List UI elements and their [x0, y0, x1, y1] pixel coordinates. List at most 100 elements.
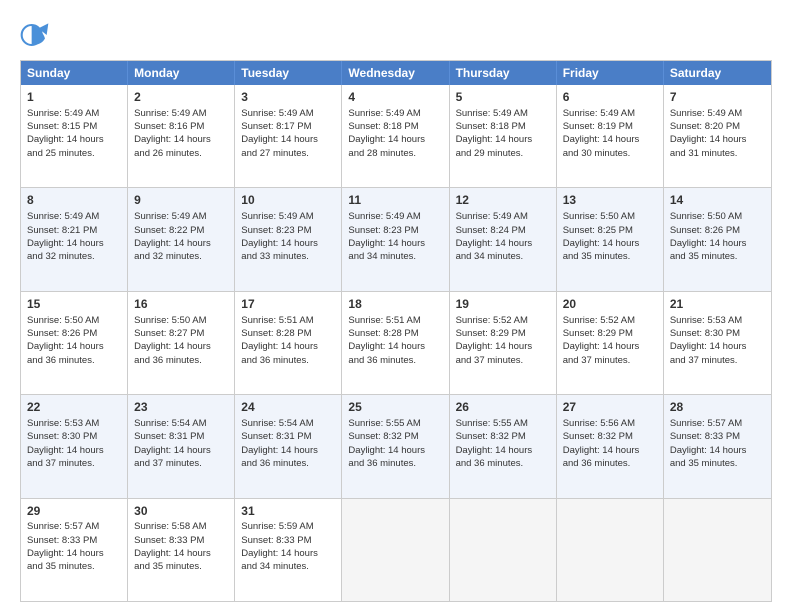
sunset-text: Sunset: 8:29 PM [456, 328, 526, 339]
sunrise-text: Sunrise: 5:51 AM [348, 315, 420, 326]
day-number: 16 [134, 296, 228, 313]
daylight-text-2: and 37 minutes. [27, 458, 95, 469]
day-cell-26: 26Sunrise: 5:55 AMSunset: 8:32 PMDayligh… [450, 395, 557, 497]
sunset-text: Sunset: 8:30 PM [670, 328, 740, 339]
sunset-text: Sunset: 8:31 PM [134, 431, 204, 442]
day-cell-27: 27Sunrise: 5:56 AMSunset: 8:32 PMDayligh… [557, 395, 664, 497]
sunset-text: Sunset: 8:21 PM [27, 225, 97, 236]
daylight-text: Daylight: 14 hours [456, 341, 533, 352]
sunset-text: Sunset: 8:28 PM [241, 328, 311, 339]
daylight-text-2: and 32 minutes. [134, 251, 202, 262]
daylight-text-2: and 36 minutes. [348, 355, 416, 366]
day-cell-24: 24Sunrise: 5:54 AMSunset: 8:31 PMDayligh… [235, 395, 342, 497]
calendar-row: 15Sunrise: 5:50 AMSunset: 8:26 PMDayligh… [21, 291, 771, 394]
sunset-text: Sunset: 8:32 PM [563, 431, 633, 442]
day-cell-7: 7Sunrise: 5:49 AMSunset: 8:20 PMDaylight… [664, 85, 771, 187]
day-cell-2: 2Sunrise: 5:49 AMSunset: 8:16 PMDaylight… [128, 85, 235, 187]
day-cell-29: 29Sunrise: 5:57 AMSunset: 8:33 PMDayligh… [21, 499, 128, 601]
empty-cell [557, 499, 664, 601]
daylight-text: Daylight: 14 hours [241, 341, 318, 352]
daylight-text: Daylight: 14 hours [563, 238, 640, 249]
sunrise-text: Sunrise: 5:50 AM [27, 315, 99, 326]
sunset-text: Sunset: 8:25 PM [563, 225, 633, 236]
calendar-row: 22Sunrise: 5:53 AMSunset: 8:30 PMDayligh… [21, 394, 771, 497]
daylight-text-2: and 36 minutes. [348, 458, 416, 469]
sunset-text: Sunset: 8:33 PM [27, 535, 97, 546]
day-cell-10: 10Sunrise: 5:49 AMSunset: 8:23 PMDayligh… [235, 188, 342, 290]
daylight-text-2: and 34 minutes. [348, 251, 416, 262]
day-number: 1 [27, 89, 121, 106]
daylight-text: Daylight: 14 hours [670, 445, 747, 456]
day-number: 19 [456, 296, 550, 313]
daylight-text: Daylight: 14 hours [241, 238, 318, 249]
sunrise-text: Sunrise: 5:50 AM [134, 315, 206, 326]
day-cell-16: 16Sunrise: 5:50 AMSunset: 8:27 PMDayligh… [128, 292, 235, 394]
sunset-text: Sunset: 8:23 PM [348, 225, 418, 236]
daylight-text: Daylight: 14 hours [348, 134, 425, 145]
sunrise-text: Sunrise: 5:57 AM [670, 418, 742, 429]
sunset-text: Sunset: 8:33 PM [670, 431, 740, 442]
day-number: 12 [456, 192, 550, 209]
sunrise-text: Sunrise: 5:49 AM [348, 211, 420, 222]
day-cell-8: 8Sunrise: 5:49 AMSunset: 8:21 PMDaylight… [21, 188, 128, 290]
day-number: 8 [27, 192, 121, 209]
daylight-text-2: and 30 minutes. [563, 148, 631, 159]
daylight-text: Daylight: 14 hours [563, 341, 640, 352]
daylight-text-2: and 34 minutes. [241, 561, 309, 572]
daylight-text: Daylight: 14 hours [27, 445, 104, 456]
day-number: 27 [563, 399, 657, 416]
sunrise-text: Sunrise: 5:53 AM [27, 418, 99, 429]
sunrise-text: Sunrise: 5:59 AM [241, 521, 313, 532]
day-cell-13: 13Sunrise: 5:50 AMSunset: 8:25 PMDayligh… [557, 188, 664, 290]
sunset-text: Sunset: 8:29 PM [563, 328, 633, 339]
daylight-text: Daylight: 14 hours [27, 134, 104, 145]
day-cell-1: 1Sunrise: 5:49 AMSunset: 8:15 PMDaylight… [21, 85, 128, 187]
day-number: 30 [134, 503, 228, 520]
sunrise-text: Sunrise: 5:53 AM [670, 315, 742, 326]
day-number: 29 [27, 503, 121, 520]
daylight-text: Daylight: 14 hours [348, 238, 425, 249]
sunset-text: Sunset: 8:15 PM [27, 121, 97, 132]
sunset-text: Sunset: 8:22 PM [134, 225, 204, 236]
day-number: 10 [241, 192, 335, 209]
sunrise-text: Sunrise: 5:49 AM [456, 108, 528, 119]
calendar: SundayMondayTuesdayWednesdayThursdayFrid… [20, 60, 772, 602]
daylight-text-2: and 36 minutes. [134, 355, 202, 366]
daylight-text-2: and 36 minutes. [456, 458, 524, 469]
sunrise-text: Sunrise: 5:49 AM [670, 108, 742, 119]
sunrise-text: Sunrise: 5:50 AM [670, 211, 742, 222]
daylight-text: Daylight: 14 hours [134, 238, 211, 249]
sunset-text: Sunset: 8:33 PM [241, 535, 311, 546]
daylight-text-2: and 28 minutes. [348, 148, 416, 159]
day-number: 11 [348, 192, 442, 209]
calendar-header: SundayMondayTuesdayWednesdayThursdayFrid… [21, 61, 771, 85]
day-cell-18: 18Sunrise: 5:51 AMSunset: 8:28 PMDayligh… [342, 292, 449, 394]
daylight-text: Daylight: 14 hours [670, 238, 747, 249]
empty-cell [664, 499, 771, 601]
sunset-text: Sunset: 8:31 PM [241, 431, 311, 442]
daylight-text: Daylight: 14 hours [241, 548, 318, 559]
sunset-text: Sunset: 8:18 PM [456, 121, 526, 132]
day-number: 24 [241, 399, 335, 416]
daylight-text-2: and 35 minutes. [670, 251, 738, 262]
sunset-text: Sunset: 8:32 PM [348, 431, 418, 442]
daylight-text-2: and 36 minutes. [241, 458, 309, 469]
day-number: 18 [348, 296, 442, 313]
empty-cell [450, 499, 557, 601]
calendar-row: 29Sunrise: 5:57 AMSunset: 8:33 PMDayligh… [21, 498, 771, 601]
sunset-text: Sunset: 8:20 PM [670, 121, 740, 132]
sunrise-text: Sunrise: 5:49 AM [134, 108, 206, 119]
day-cell-28: 28Sunrise: 5:57 AMSunset: 8:33 PMDayligh… [664, 395, 771, 497]
header-cell-friday: Friday [557, 61, 664, 85]
empty-cell [342, 499, 449, 601]
daylight-text: Daylight: 14 hours [670, 341, 747, 352]
daylight-text-2: and 31 minutes. [670, 148, 738, 159]
daylight-text-2: and 37 minutes. [134, 458, 202, 469]
sunset-text: Sunset: 8:26 PM [670, 225, 740, 236]
daylight-text: Daylight: 14 hours [456, 445, 533, 456]
daylight-text: Daylight: 14 hours [134, 548, 211, 559]
daylight-text: Daylight: 14 hours [134, 341, 211, 352]
daylight-text: Daylight: 14 hours [27, 548, 104, 559]
daylight-text-2: and 36 minutes. [27, 355, 95, 366]
daylight-text-2: and 29 minutes. [456, 148, 524, 159]
